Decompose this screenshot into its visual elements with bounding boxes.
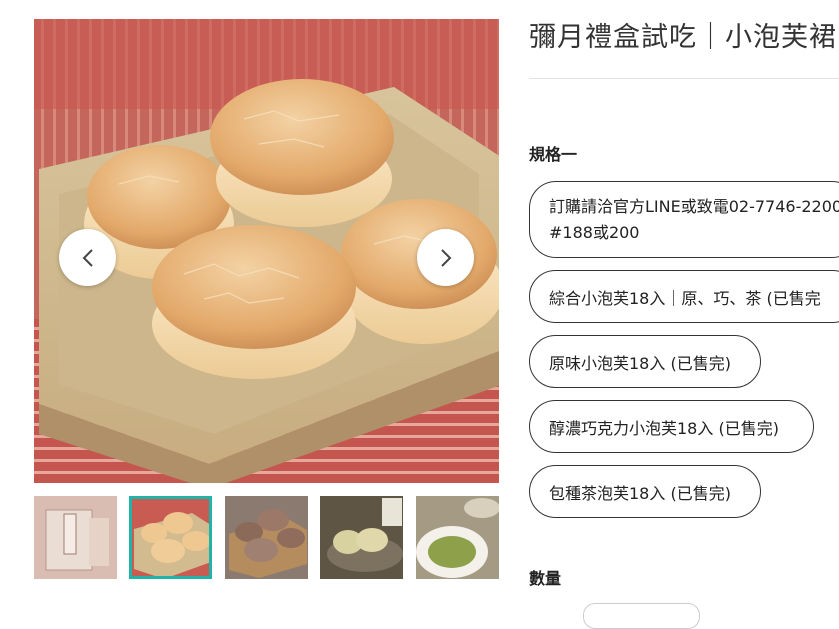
spec-option-label: 醇濃巧克力小泡芙18入 (已售完) bbox=[549, 418, 779, 438]
thumb-chocolate-puffs[interactable] bbox=[225, 496, 308, 579]
next-image-button[interactable] bbox=[417, 229, 474, 286]
thumb-matcha-powder[interactable] bbox=[416, 496, 499, 579]
chevron-left-icon bbox=[82, 248, 93, 267]
spec-option-label: 原味小泡芙18入 (已售完) bbox=[549, 353, 731, 373]
spec-label: 規格一 bbox=[529, 145, 578, 164]
thumb-giftbox[interactable] bbox=[34, 496, 117, 579]
spec-option-original[interactable]: 原味小泡芙18入 (已售完) bbox=[529, 335, 761, 388]
product-title: 彌月禮盒試吃｜小泡芙裙 bbox=[529, 22, 837, 53]
chevron-right-icon bbox=[440, 248, 451, 267]
spec-option-order-info[interactable]: 訂購請洽官方LINE或致電02-7746-2200 #188或200 bbox=[529, 181, 839, 258]
thumb-original-puffs[interactable] bbox=[129, 496, 212, 579]
quantity-label: 數量 bbox=[529, 569, 562, 588]
spec-option-line: 訂購請洽官方LINE或致電02-7746-2200 bbox=[549, 196, 839, 216]
spec-option-label: 綜合小泡芙18入｜原、巧、茶 (已售完 bbox=[549, 288, 821, 308]
spec-option-label: 包種茶泡芙18入 (已售完) bbox=[549, 483, 731, 503]
prev-image-button[interactable] bbox=[59, 229, 116, 286]
spec-option-tea[interactable]: 包種茶泡芙18入 (已售完) bbox=[529, 465, 761, 518]
thumb-tea-puffs[interactable] bbox=[320, 496, 403, 579]
spec-option-chocolate[interactable]: 醇濃巧克力小泡芙18入 (已售完) bbox=[529, 400, 814, 453]
spec-option-mixed[interactable]: 綜合小泡芙18入｜原、巧、茶 (已售完 bbox=[529, 270, 839, 323]
product-gallery bbox=[34, 19, 499, 579]
main-product-image bbox=[34, 19, 499, 483]
title-divider bbox=[529, 78, 839, 79]
thumbnail-strip bbox=[34, 496, 499, 580]
spec-option-line: #188或200 bbox=[549, 222, 640, 242]
